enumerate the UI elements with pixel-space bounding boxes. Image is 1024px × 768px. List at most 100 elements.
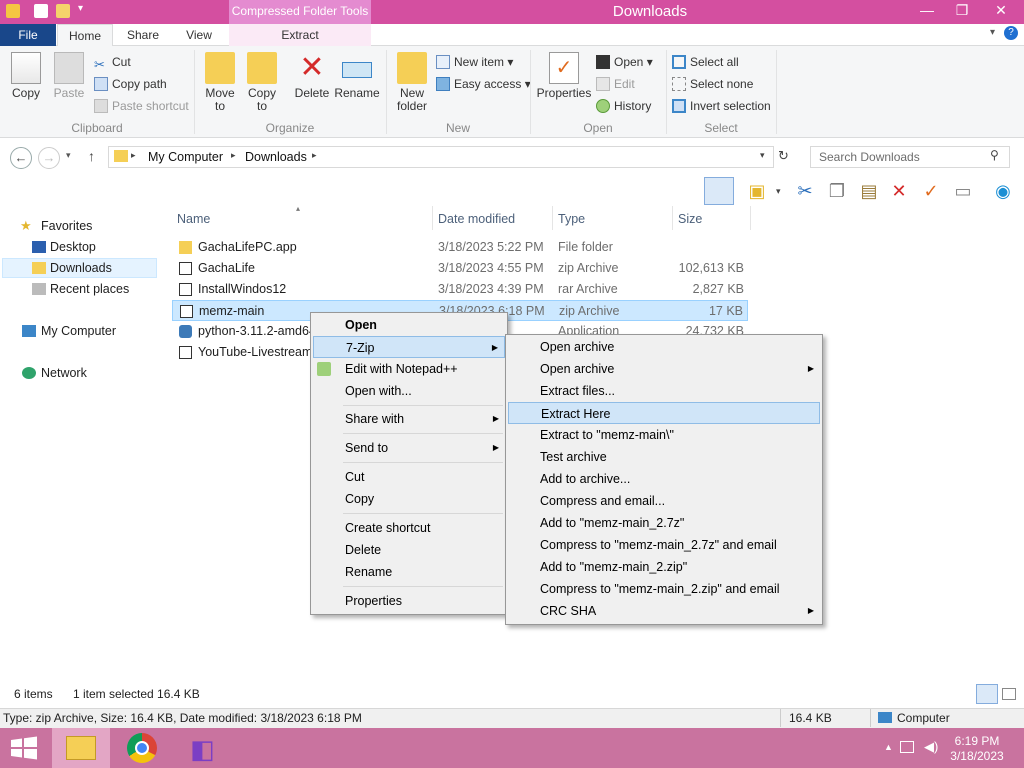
menu-item-create-shortcut[interactable]: Create shortcut [313, 517, 505, 539]
nav-my-computer[interactable]: My Computer [2, 321, 157, 341]
volume-icon[interactable]: ◀) [924, 739, 938, 755]
submenu-extract-to[interactable]: Extract to "memz-main\" [508, 424, 820, 446]
submenu-add-to-7z[interactable]: Add to "memz-main_2.7z" [508, 512, 820, 534]
taskbar-visual-studio[interactable]: ◧ [176, 728, 234, 768]
up-arrow-icon[interactable]: ↑ [88, 148, 95, 164]
new-folder-button[interactable]: New folder [390, 52, 434, 113]
chevron-right-icon[interactable]: ▸ [131, 150, 136, 161]
column-type[interactable]: Type [558, 210, 585, 228]
column-separator[interactable] [552, 206, 553, 230]
submenu-test-archive[interactable]: Test archive [508, 446, 820, 468]
ribbon-collapse-icon[interactable]: ▾ [990, 27, 995, 38]
menu-item-rename[interactable]: Rename [313, 561, 505, 583]
show-hidden-icons-icon[interactable]: ▲ [884, 742, 893, 752]
new-item-button[interactable]: New item ▾ [436, 52, 513, 72]
menu-item-share-with[interactable]: Share with ▶ [313, 408, 505, 430]
folder-icon[interactable] [6, 4, 20, 18]
properties-button[interactable]: ✓ Properties [536, 52, 592, 100]
submenu-open-archive[interactable]: Open archive [508, 336, 820, 358]
nav-favorites[interactable]: Favorites [2, 216, 157, 236]
minimize-button[interactable]: — [911, 0, 943, 20]
recent-locations-icon[interactable]: ▾ [66, 150, 71, 161]
tab-home[interactable]: Home [57, 24, 113, 47]
breadcrumb-my-computer[interactable]: My Computer [148, 149, 223, 165]
details-view-icon[interactable] [976, 684, 998, 704]
chevron-right-icon[interactable]: ▸ [231, 150, 236, 161]
submenu-add-to-zip[interactable]: Add to "memz-main_2.zip" [508, 556, 820, 578]
file-row[interactable]: GachaLife 3/18/2023 4:55 PM zip Archive … [172, 258, 748, 279]
close-button[interactable]: ✕ [978, 0, 1024, 20]
delete-x-icon[interactable]: ✕ [888, 180, 910, 202]
properties-icon[interactable] [34, 4, 48, 18]
column-separator[interactable] [432, 206, 433, 230]
chevron-right-icon[interactable]: ▸ [312, 150, 317, 161]
paste-icon[interactable]: ▤ [858, 180, 880, 202]
nav-downloads[interactable]: Downloads [2, 258, 157, 278]
help-icon[interactable]: ? [1004, 26, 1018, 40]
submenu-crc-sha[interactable]: CRC SHA ▶ [508, 600, 820, 622]
submenu-open-archive-more[interactable]: Open archive ▶ [508, 358, 820, 380]
cut-button[interactable]: ✂ Cut [94, 52, 131, 72]
select-all-button[interactable]: Select all [672, 52, 739, 72]
large-icons-view-icon[interactable] [1002, 688, 1016, 700]
address-dropdown-icon[interactable]: ▾ [760, 150, 765, 161]
rename-icon[interactable]: ▭ [952, 180, 974, 202]
search-input[interactable]: Search Downloads [810, 146, 1010, 168]
submenu-compress-7z-email[interactable]: Compress to "memz-main_2.7z" and email [508, 534, 820, 556]
menu-item-7zip[interactable]: 7-Zip ▶ [313, 336, 505, 358]
paste-button[interactable]: Paste [50, 52, 88, 100]
invert-selection-button[interactable]: Invert selection [672, 96, 771, 116]
menu-item-edit-notepad[interactable]: Edit with Notepad++ [313, 358, 505, 380]
open-button[interactable]: Open ▾ [596, 52, 653, 72]
file-row[interactable]: GachaLifePC.app 3/18/2023 5:22 PM File f… [172, 237, 748, 258]
breadcrumb-downloads[interactable]: Downloads [245, 149, 307, 165]
menu-item-properties[interactable]: Properties [313, 590, 505, 612]
history-button[interactable]: History [596, 96, 651, 116]
copy-path-button[interactable]: Copy path [94, 74, 167, 94]
menu-item-cut[interactable]: Cut [313, 466, 505, 488]
menu-item-copy[interactable]: Copy [313, 488, 505, 510]
move-to-button[interactable]: Move to [200, 52, 240, 113]
edit-button[interactable]: Edit [596, 74, 635, 94]
submenu-extract-here[interactable]: Extract Here [508, 402, 820, 424]
column-size[interactable]: Size [678, 210, 702, 228]
delete-button[interactable]: ✕ Delete [292, 52, 332, 100]
file-row[interactable]: InstallWindos12 3/18/2023 4:39 PM rar Ar… [172, 279, 748, 300]
copy-button[interactable]: Copy [6, 52, 46, 100]
menu-item-open[interactable]: Open [313, 314, 505, 336]
checkmark-icon[interactable]: ✓ [920, 180, 942, 202]
menu-item-delete[interactable]: Delete [313, 539, 505, 561]
column-name[interactable]: Name [177, 210, 210, 228]
taskbar-file-explorer[interactable] [52, 728, 110, 768]
maximize-button[interactable]: ❐ [946, 0, 978, 20]
column-date-modified[interactable]: Date modified [438, 210, 515, 228]
easy-access-button[interactable]: Easy access ▾ [436, 74, 531, 94]
tab-file[interactable]: File [0, 24, 56, 46]
select-none-button[interactable]: Select none [672, 74, 753, 94]
tab-extract[interactable]: Extract [229, 24, 371, 46]
search-icon[interactable]: ⚲ [990, 148, 999, 162]
submenu-compress-email[interactable]: Compress and email... [508, 490, 820, 512]
refresh-icon[interactable]: ↻ [778, 148, 789, 164]
preview-pane-icon[interactable] [704, 177, 734, 205]
qat-dropdown-icon[interactable]: ▾ [78, 3, 83, 14]
tab-share[interactable]: Share [118, 24, 168, 46]
column-separator[interactable] [672, 206, 673, 230]
rename-button[interactable]: Rename [334, 52, 380, 100]
taskbar-chrome[interactable] [114, 728, 172, 768]
clock[interactable]: 6:19 PM 3/18/2023 [946, 734, 1008, 764]
copy-icon[interactable]: ❐ [826, 180, 848, 202]
submenu-compress-zip-email[interactable]: Compress to "memz-main_2.zip" and email [508, 578, 820, 600]
submenu-extract-files[interactable]: Extract files... [508, 380, 820, 402]
start-button[interactable] [10, 736, 38, 760]
back-button[interactable]: ← [10, 147, 32, 169]
tab-view[interactable]: View [174, 24, 224, 46]
network-icon[interactable] [900, 741, 914, 753]
nav-desktop[interactable]: Desktop [2, 237, 157, 257]
nav-recent-places[interactable]: Recent places [2, 279, 157, 299]
menu-item-send-to[interactable]: Send to ▶ [313, 437, 505, 459]
new-folder-icon[interactable] [56, 4, 70, 18]
scissors-icon[interactable]: ✂ [794, 180, 816, 202]
globe-icon[interactable]: ◉ [992, 180, 1014, 202]
paste-shortcut-button[interactable]: Paste shortcut [94, 96, 189, 116]
